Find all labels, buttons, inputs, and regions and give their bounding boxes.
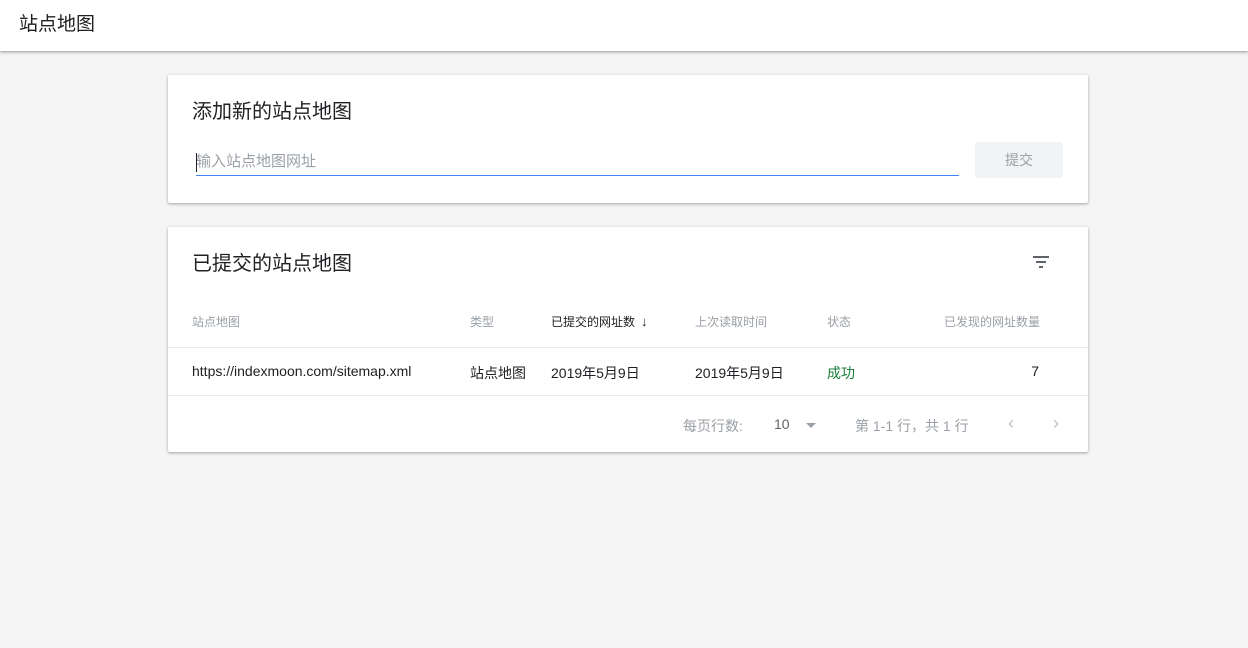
rows-per-page-label: 每页行数:	[683, 418, 743, 434]
row-divider	[168, 395, 1088, 396]
submitted-sitemaps-card: 已提交的站点地图 站点地图 类型 已提交的网址数 ↓ 上次读取时间 状态 已发现的…	[168, 227, 1088, 452]
filter-icon[interactable]	[1026, 247, 1056, 277]
add-sitemap-title: 添加新的站点地图	[192, 101, 352, 123]
cell-submitted-date: 2019年5月9日	[551, 365, 640, 381]
cell-last-read: 2019年5月9日	[695, 365, 784, 381]
cell-sitemap-url[interactable]: https://indexmoon.com/sitemap.xml	[192, 363, 411, 379]
cell-type: 站点地图	[470, 365, 526, 381]
next-page-icon[interactable]: ›	[1044, 409, 1068, 437]
column-header-submitted[interactable]: 已提交的网址数 ↓	[551, 313, 648, 330]
column-header-status[interactable]: 状态	[827, 313, 851, 330]
dropdown-arrow-icon[interactable]	[806, 423, 816, 428]
column-header-sitemap[interactable]: 站点地图	[192, 313, 240, 330]
column-header-discovered[interactable]: 已发现的网址数量	[944, 313, 1040, 330]
pagination-range: 第 1-1 行，共 1 行	[855, 418, 969, 434]
cell-discovered-count: 7	[1031, 363, 1039, 379]
previous-page-icon[interactable]: ‹	[999, 409, 1023, 437]
column-header-submitted-label: 已提交的网址数	[551, 315, 636, 329]
sitemap-url-input[interactable]	[196, 150, 959, 176]
page-title: 站点地图	[19, 14, 96, 35]
column-header-type[interactable]: 类型	[470, 313, 494, 330]
header-divider	[168, 347, 1088, 348]
submitted-sitemaps-title: 已提交的站点地图	[192, 253, 352, 275]
arrow-down-icon: ↓	[641, 314, 648, 329]
app-header: 站点地图	[0, 0, 1248, 51]
text-caret	[196, 153, 197, 172]
add-sitemap-card: 添加新的站点地图 提交	[168, 75, 1088, 203]
cell-status-badge: 成功	[827, 365, 855, 381]
submit-button[interactable]: 提交	[975, 142, 1063, 178]
rows-per-page-select[interactable]: 10	[774, 416, 790, 432]
column-header-last-read[interactable]: 上次读取时间	[695, 313, 767, 330]
